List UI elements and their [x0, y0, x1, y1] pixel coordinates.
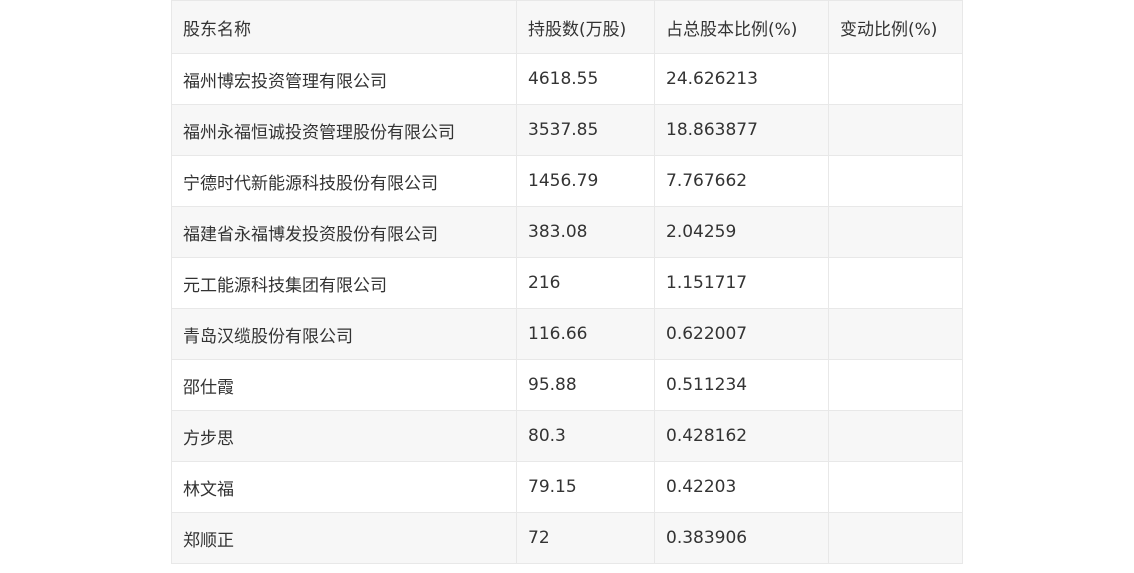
cell-shares-held: 116.66: [516, 308, 655, 360]
cell-change-ratio: [828, 155, 963, 207]
cell-shareholder-name: 邵仕霞: [171, 359, 517, 411]
cell-shareholder-name: 福州博宏投资管理有限公司: [171, 53, 517, 105]
cell-change-ratio: [828, 410, 963, 462]
table-row: 青岛汉缆股份有限公司 116.66 0.622007: [171, 308, 963, 360]
table-row: 福州博宏投资管理有限公司 4618.55 24.626213: [171, 53, 963, 105]
cell-shares-held: 95.88: [516, 359, 655, 411]
table-row: 方步思 80.3 0.428162: [171, 410, 963, 462]
table-row: 宁德时代新能源科技股份有限公司 1456.79 7.767662: [171, 155, 963, 207]
header-share-ratio: 占总股本比例(%): [654, 0, 829, 54]
table-row: 郑顺正 72 0.383906: [171, 512, 963, 564]
cell-shares-held: 383.08: [516, 206, 655, 258]
cell-shareholder-name: 福州永福恒诚投资管理股份有限公司: [171, 104, 517, 156]
shareholder-table-container: 股东名称 持股数(万股) 占总股本比例(%) 变动比例(%) 福州博宏投资管理有…: [171, 0, 963, 564]
cell-share-ratio: 0.511234: [654, 359, 829, 411]
cell-shares-held: 216: [516, 257, 655, 309]
table-row: 福州永福恒诚投资管理股份有限公司 3537.85 18.863877: [171, 104, 963, 156]
cell-shareholder-name: 福建省永福博发投资股份有限公司: [171, 206, 517, 258]
cell-shareholder-name: 林文福: [171, 461, 517, 513]
cell-share-ratio: 0.42203: [654, 461, 829, 513]
table-header-row: 股东名称 持股数(万股) 占总股本比例(%) 变动比例(%): [171, 0, 963, 54]
cell-shares-held: 4618.55: [516, 53, 655, 105]
cell-change-ratio: [828, 512, 963, 564]
cell-change-ratio: [828, 53, 963, 105]
cell-change-ratio: [828, 461, 963, 513]
table-row: 福建省永福博发投资股份有限公司 383.08 2.04259: [171, 206, 963, 258]
cell-share-ratio: 2.04259: [654, 206, 829, 258]
cell-shares-held: 79.15: [516, 461, 655, 513]
header-shareholder-name: 股东名称: [171, 0, 517, 54]
cell-share-ratio: 1.151717: [654, 257, 829, 309]
cell-change-ratio: [828, 104, 963, 156]
cell-shareholder-name: 郑顺正: [171, 512, 517, 564]
table-row: 林文福 79.15 0.42203: [171, 461, 963, 513]
cell-change-ratio: [828, 206, 963, 258]
cell-shares-held: 1456.79: [516, 155, 655, 207]
cell-share-ratio: 7.767662: [654, 155, 829, 207]
cell-shares-held: 3537.85: [516, 104, 655, 156]
cell-share-ratio: 18.863877: [654, 104, 829, 156]
cell-share-ratio: 24.626213: [654, 53, 829, 105]
cell-share-ratio: 0.383906: [654, 512, 829, 564]
cell-change-ratio: [828, 257, 963, 309]
cell-share-ratio: 0.622007: [654, 308, 829, 360]
table-row: 邵仕霞 95.88 0.511234: [171, 359, 963, 411]
cell-shareholder-name: 元工能源科技集团有限公司: [171, 257, 517, 309]
cell-shareholder-name: 青岛汉缆股份有限公司: [171, 308, 517, 360]
cell-change-ratio: [828, 308, 963, 360]
cell-share-ratio: 0.428162: [654, 410, 829, 462]
cell-shares-held: 72: [516, 512, 655, 564]
cell-shares-held: 80.3: [516, 410, 655, 462]
cell-change-ratio: [828, 359, 963, 411]
header-change-ratio: 变动比例(%): [828, 0, 963, 54]
cell-shareholder-name: 方步思: [171, 410, 517, 462]
table-row: 元工能源科技集团有限公司 216 1.151717: [171, 257, 963, 309]
cell-shareholder-name: 宁德时代新能源科技股份有限公司: [171, 155, 517, 207]
shareholder-table: 股东名称 持股数(万股) 占总股本比例(%) 变动比例(%) 福州博宏投资管理有…: [171, 0, 963, 564]
header-shares-held: 持股数(万股): [516, 0, 655, 54]
